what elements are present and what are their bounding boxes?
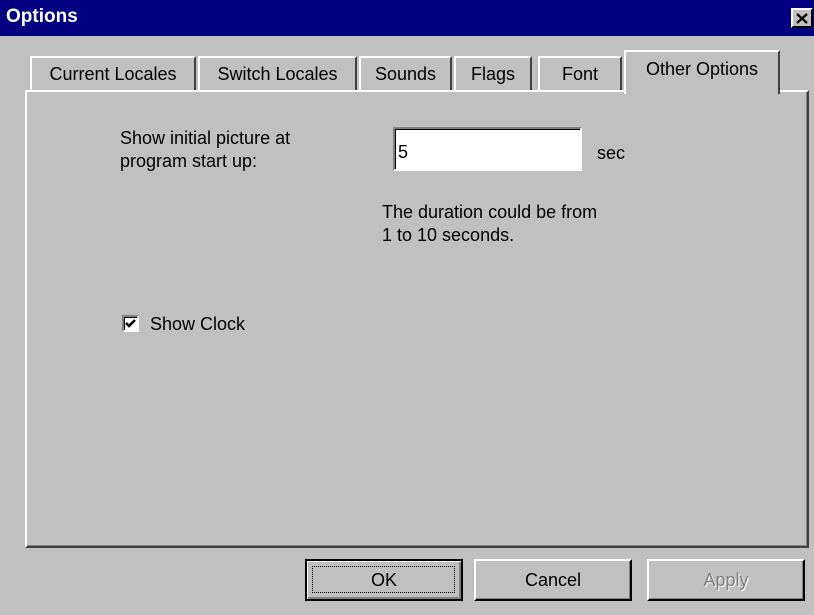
- cancel-button-label: Cancel: [524, 569, 582, 590]
- close-button[interactable]: [791, 8, 813, 28]
- show-clock-label[interactable]: Show Clock: [150, 313, 245, 336]
- tab-label: Switch Locales: [217, 63, 338, 84]
- duration-hint-line1: The duration could be from: [382, 202, 598, 222]
- tab-label: Current Locales: [49, 63, 177, 84]
- window-title: Options: [6, 6, 78, 27]
- tab-other-options[interactable]: Other Options: [624, 50, 780, 94]
- duration-unit-label: sec: [597, 143, 626, 163]
- tab-flags[interactable]: Flags: [454, 56, 532, 90]
- initial-picture-label-line1: Show initial picture at: [120, 128, 291, 148]
- duration-input[interactable]: [393, 127, 582, 171]
- tab-sounds[interactable]: Sounds: [359, 56, 452, 90]
- tab-current-locales[interactable]: Current Locales: [30, 56, 196, 90]
- initial-picture-label: Show initial picture at program start up…: [120, 127, 290, 173]
- duration-hint-line2: 1 to 10 seconds.: [382, 225, 515, 245]
- duration-hint: The duration could be from 1 to 10 secon…: [382, 201, 597, 247]
- tab-switch-locales[interactable]: Switch Locales: [198, 56, 357, 90]
- tab-label: Sounds: [374, 63, 437, 84]
- ok-button[interactable]: OK: [305, 559, 463, 601]
- apply-button-label: Apply: [703, 569, 749, 590]
- close-x-icon: [796, 12, 808, 24]
- checkmark-icon: [125, 319, 136, 328]
- tab-label: Flags: [470, 63, 515, 84]
- options-dialog: Options Current Locales Switch Locales S…: [0, 0, 814, 615]
- apply-button[interactable]: Apply: [647, 559, 805, 601]
- show-clock-checkbox[interactable]: [122, 315, 139, 332]
- tab-label: Other Options: [645, 58, 759, 79]
- title-bar[interactable]: Options: [0, 0, 814, 36]
- initial-picture-label-line2: program start up:: [120, 151, 258, 171]
- tab-font[interactable]: Font: [538, 56, 622, 90]
- tab-label: Font: [561, 63, 599, 84]
- cancel-button[interactable]: Cancel: [474, 559, 632, 601]
- focus-rect: [312, 566, 455, 593]
